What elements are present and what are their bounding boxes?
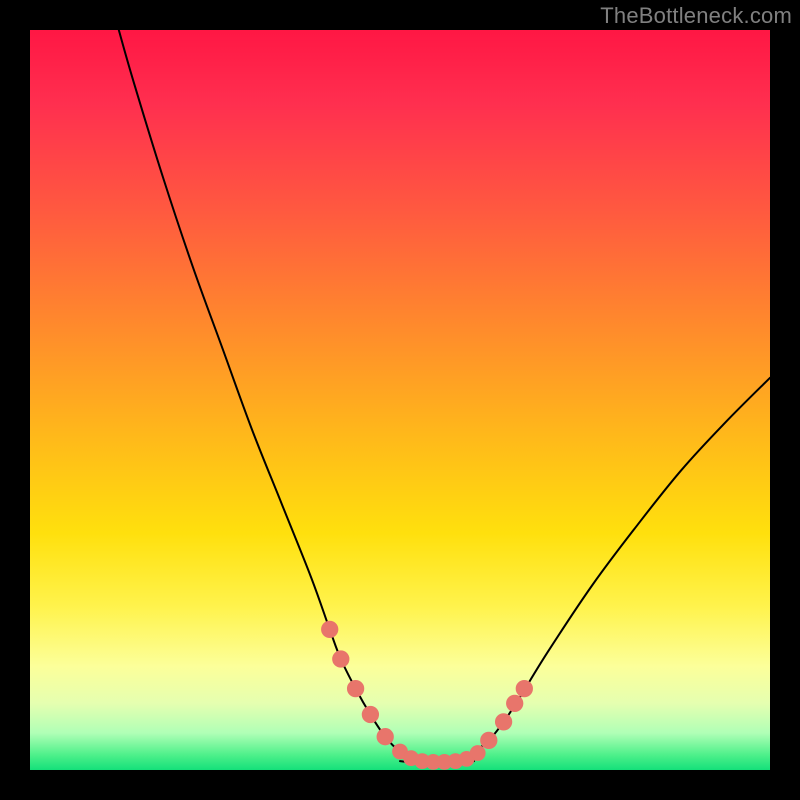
chart-marker: [322, 621, 338, 637]
chart-svg: [30, 30, 770, 770]
chart-plot-area: [30, 30, 770, 770]
series-right_branch: [459, 378, 770, 759]
chart-marker: [507, 695, 523, 711]
chart-marker: [362, 706, 378, 722]
chart-marker: [516, 680, 532, 696]
chart-series-group: [119, 30, 770, 763]
chart-marker: [481, 732, 497, 748]
chart-marker: [333, 651, 349, 667]
chart-marker: [470, 746, 485, 761]
chart-marker: [377, 729, 393, 745]
chart-marker: [347, 680, 363, 696]
series-left_branch: [119, 30, 415, 759]
watermark-text: TheBottleneck.com: [600, 3, 792, 29]
chart-frame: TheBottleneck.com: [0, 0, 800, 800]
chart-markers-group: [322, 621, 533, 769]
chart-marker: [495, 714, 511, 730]
